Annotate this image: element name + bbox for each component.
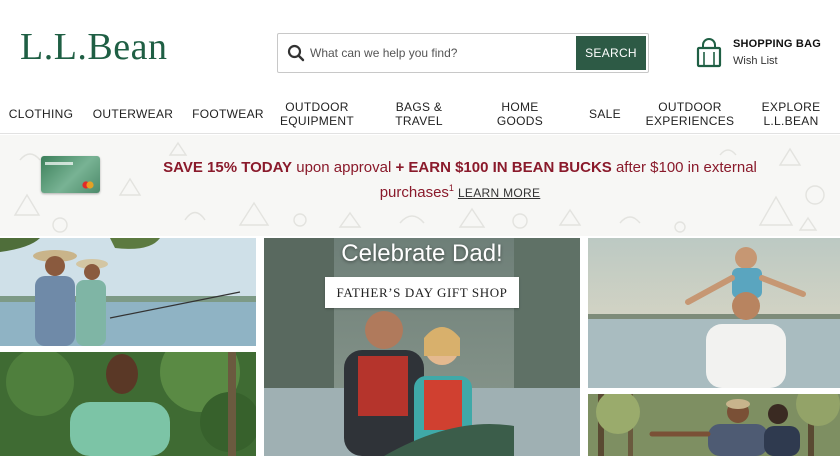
nav-label-line: TRAVEL [395, 114, 443, 128]
nav-item-clothing[interactable]: CLOTHING [4, 98, 78, 130]
llbean-logo[interactable]: L.L.Bean [20, 28, 168, 66]
credit-card-image [41, 156, 100, 193]
nav-label-line: EXPERIENCES [645, 114, 735, 128]
nav-item-footwear[interactable]: FOOTWEAR [189, 98, 267, 130]
nav-label-line: HOME [501, 100, 539, 114]
main-nav: CLOTHING OUTERWEAR FOOTWEAR OUTDOOR EQUI… [0, 92, 840, 134]
shopping-bag-link[interactable]: SHOPPING BAG Wish List [733, 38, 821, 67]
nav-item-sale[interactable]: SALE [584, 98, 626, 130]
site-header: L.L.Bean SEARCH SHOPPING BAG Wish List [0, 0, 840, 92]
nav-label-line: EQUIPMENT [279, 114, 355, 128]
fathers-day-gift-shop-button[interactable]: FATHER’S DAY GIFT SHOP [325, 277, 519, 308]
man-green-tee-photo [0, 352, 256, 456]
shopping-bag-label[interactable]: SHOPPING BAG [733, 38, 821, 50]
nav-item-bags-travel[interactable]: BAGS & TRAVEL [384, 98, 454, 130]
card-stripe [45, 162, 73, 165]
promo-footnote: 1 [448, 183, 454, 193]
dad-child-shoulders-photo [588, 238, 840, 388]
nav-item-outerwear[interactable]: OUTERWEAR [90, 98, 176, 130]
father-daughter-kayak-photo [264, 238, 580, 456]
learn-more-link[interactable]: LEARN MORE [458, 186, 540, 200]
dad-child-shoulders-image[interactable] [588, 238, 840, 388]
promo-text-part: upon approval [292, 159, 396, 176]
mastercard-icon [82, 181, 94, 189]
fathers-day-hero-image[interactable] [264, 238, 580, 456]
man-green-tee-image[interactable] [0, 352, 256, 456]
search-button[interactable]: SEARCH [576, 36, 646, 70]
search-icon[interactable] [287, 44, 305, 62]
nav-label-line: OUTDOOR [658, 100, 722, 114]
promo-highlight-save: SAVE 15% TODAY [163, 159, 293, 176]
credit-card-promo-banner[interactable]: SAVE 15% TODAY upon approval + EARN $100… [0, 135, 840, 236]
hiking-group-image[interactable] [588, 394, 840, 456]
search-input[interactable] [310, 43, 570, 63]
nav-item-explore-llbean[interactable]: EXPLORE L.L.BEAN [757, 98, 825, 130]
promo-highlight-earn: + EARN $100 IN BEAN BUCKS [395, 159, 612, 176]
nav-label-line: EXPLORE [761, 100, 821, 114]
nav-label-line: BAGS & [395, 100, 443, 114]
nav-item-home-goods[interactable]: HOME GOODS [490, 98, 550, 130]
nav-label-line: L.L.BEAN [763, 114, 819, 128]
fishing-couple-photo [0, 238, 256, 346]
nav-item-outdoor-equipment[interactable]: OUTDOOR EQUIPMENT [272, 98, 362, 130]
nav-label-line: OUTDOOR [285, 100, 349, 114]
nav-item-outdoor-experiences[interactable]: OUTDOOR EXPERIENCES [642, 98, 738, 130]
hiking-group-photo [588, 394, 840, 456]
promo-text: SAVE 15% TODAY upon approval + EARN $100… [140, 157, 780, 204]
search-bar: SEARCH [277, 33, 649, 73]
fishing-couple-image[interactable] [0, 238, 256, 346]
wish-list-link[interactable]: Wish List [733, 55, 821, 67]
hero-title: Celebrate Dad! [341, 240, 503, 267]
shopping-bag-icon[interactable] [694, 38, 724, 68]
nav-label-line: GOODS [496, 114, 544, 128]
